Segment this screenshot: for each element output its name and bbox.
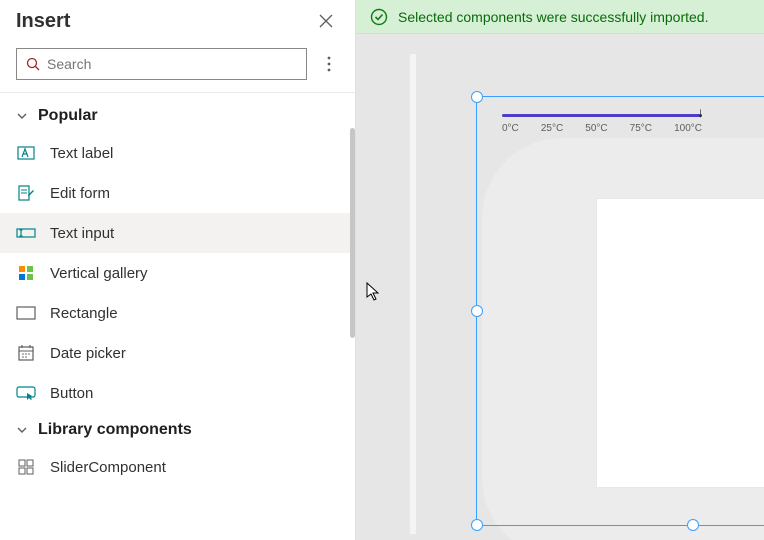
section-label: Library components	[38, 421, 192, 439]
item-vertical-gallery[interactable]: Vertical gallery	[0, 253, 355, 293]
item-label: SliderComponent	[50, 459, 166, 476]
slider-tick: 0°C	[502, 123, 519, 134]
insert-panel: Insert Popular	[0, 0, 356, 540]
resize-handle-mid-left[interactable]	[471, 305, 483, 317]
edit-form-icon	[16, 183, 36, 203]
item-button[interactable]: Button	[0, 373, 355, 413]
item-label: Date picker	[50, 345, 126, 362]
date-picker-icon	[16, 343, 36, 363]
item-label: Vertical gallery	[50, 265, 148, 282]
close-icon[interactable]	[313, 8, 339, 34]
section-label: Popular	[38, 107, 98, 125]
slider-tick: 50°C	[585, 123, 607, 134]
canvas-area[interactable]: Selected components were successfully im…	[356, 0, 764, 540]
success-toast: Selected components were successfully im…	[356, 0, 764, 34]
item-label: Text input	[50, 225, 114, 242]
resize-handle-top-left[interactable]	[471, 91, 483, 103]
item-slider-component[interactable]: SliderComponent	[0, 447, 355, 487]
more-options-icon[interactable]	[319, 52, 339, 76]
slider-arrow-icon: ↓	[697, 104, 704, 120]
toast-message: Selected components were successfully im…	[398, 9, 708, 25]
success-check-icon	[370, 8, 388, 26]
item-edit-form[interactable]: Edit form	[0, 173, 355, 213]
slider-component-instance[interactable]: ↓ 0°C 25°C 50°C 75°C 100°C	[502, 114, 702, 134]
mouse-cursor-icon	[366, 282, 382, 302]
item-text-input[interactable]: Text input	[0, 213, 355, 253]
component-icon	[16, 457, 36, 477]
button-icon	[16, 383, 36, 403]
slider-tick: 75°C	[630, 123, 652, 134]
slider-track[interactable]: ↓	[502, 114, 702, 117]
vertical-ruler	[410, 54, 416, 534]
rectangle-icon	[16, 303, 36, 323]
vertical-gallery-icon	[16, 263, 36, 283]
item-rectangle[interactable]: Rectangle	[0, 293, 355, 333]
slider-tick: 25°C	[541, 123, 563, 134]
component-list: Popular Text label Edit form Text input	[0, 93, 355, 540]
panel-scrollbar[interactable]	[350, 128, 355, 338]
search-input[interactable]	[16, 48, 307, 80]
chevron-down-icon	[16, 110, 28, 122]
item-label: Rectangle	[50, 305, 118, 322]
slider-tick: 100°C	[674, 123, 702, 134]
resize-handle-bottom-left[interactable]	[471, 519, 483, 531]
item-label: Button	[50, 385, 93, 402]
item-label: Text label	[50, 145, 113, 162]
selection-box[interactable]	[476, 96, 764, 526]
panel-title: Insert	[16, 10, 70, 33]
section-library[interactable]: Library components	[0, 413, 355, 447]
search-field[interactable]	[47, 56, 298, 72]
slider-tick-labels: 0°C 25°C 50°C 75°C 100°C	[502, 123, 702, 134]
section-popular[interactable]: Popular	[0, 99, 355, 133]
search-icon	[25, 56, 41, 72]
text-label-icon	[16, 143, 36, 163]
item-text-label[interactable]: Text label	[0, 133, 355, 173]
item-date-picker[interactable]: Date picker	[0, 333, 355, 373]
chevron-down-icon	[16, 424, 28, 436]
text-input-icon	[16, 223, 36, 243]
item-label: Edit form	[50, 185, 110, 202]
